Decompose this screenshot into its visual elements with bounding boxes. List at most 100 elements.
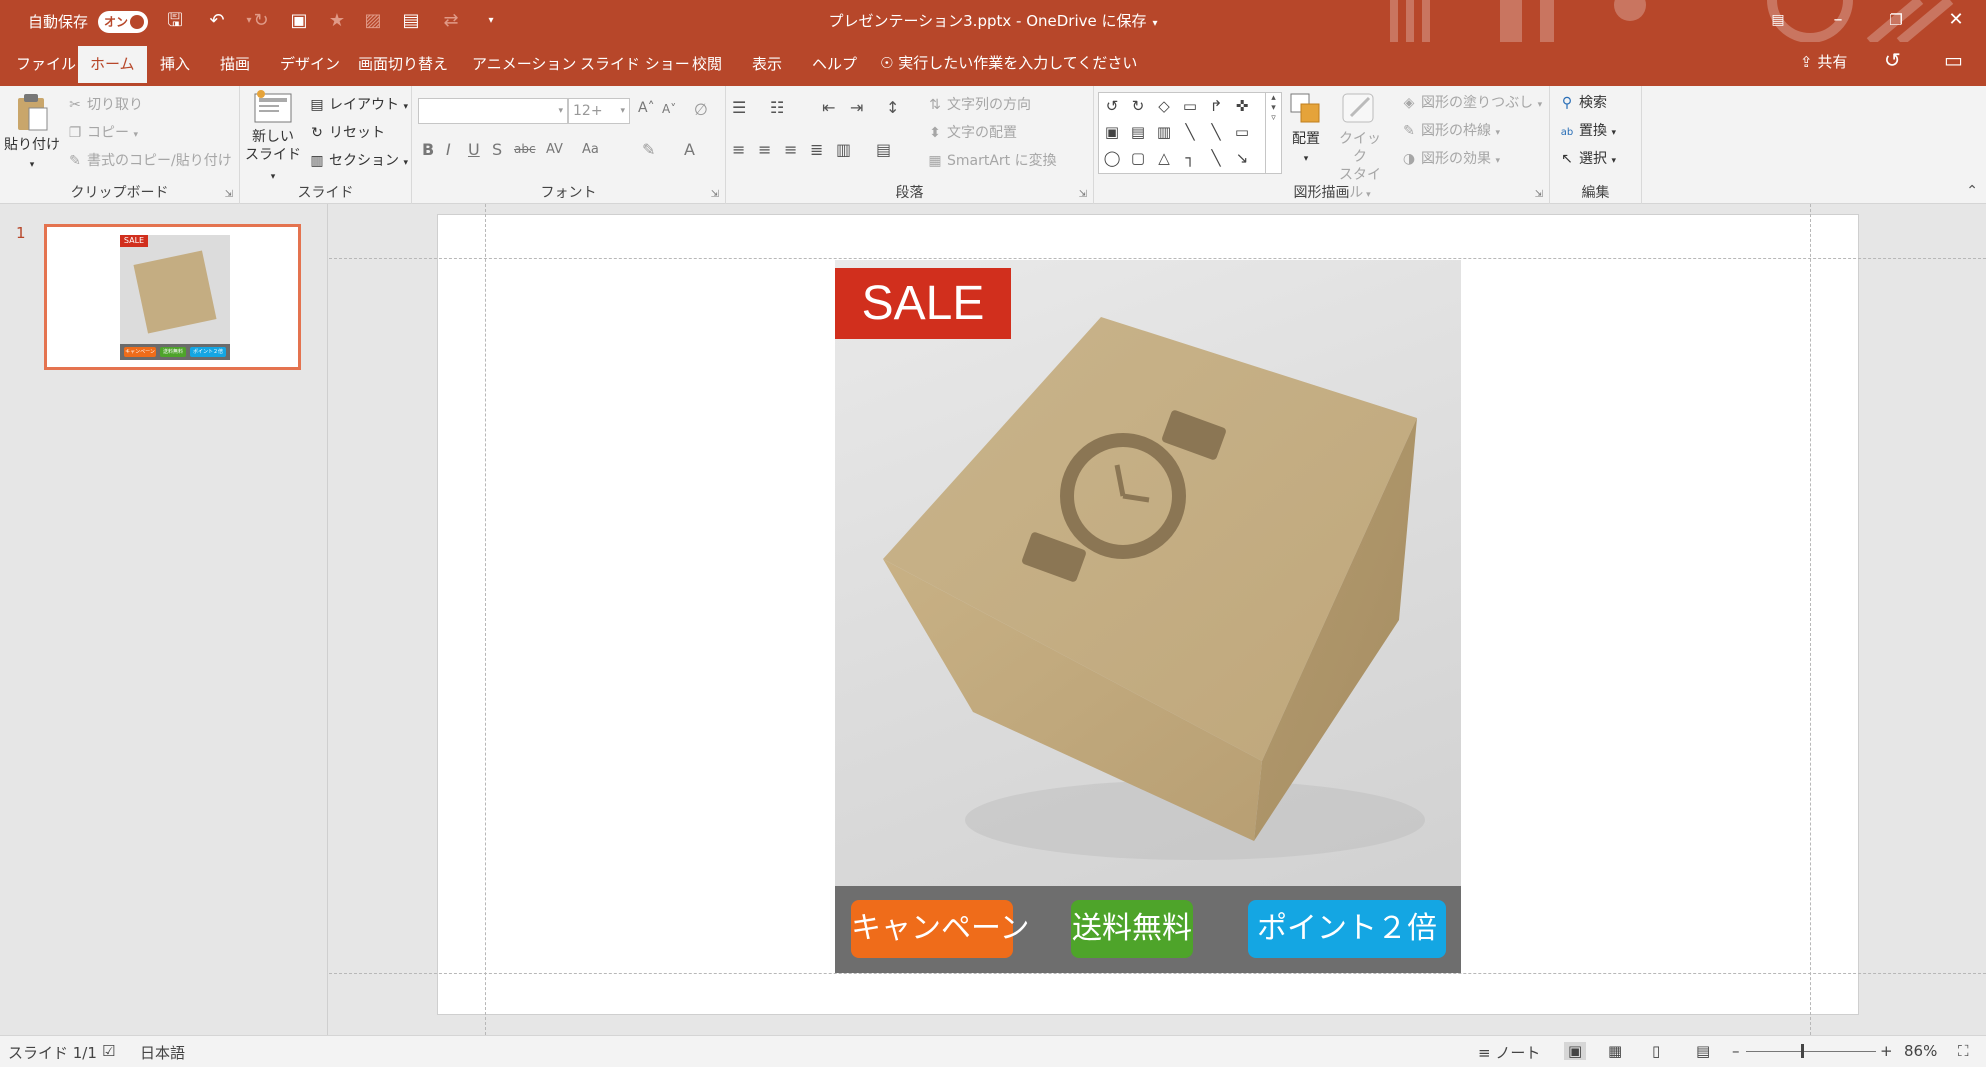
close-icon[interactable]: ✕ bbox=[1926, 0, 1986, 42]
highlight-icon[interactable]: ✎ bbox=[642, 140, 655, 159]
minimize-icon[interactable]: – bbox=[1808, 0, 1868, 42]
notes-button[interactable]: ≡ ノート bbox=[1478, 1042, 1540, 1063]
title-dropdown-icon[interactable]: ▾ bbox=[1153, 18, 1158, 29]
tab-design[interactable]: デザイン bbox=[268, 46, 352, 86]
align-left-icon[interactable]: ≡ bbox=[732, 140, 745, 159]
shape-diamond-icon[interactable]: ◇ bbox=[1155, 97, 1173, 115]
collapse-ribbon-icon[interactable]: ⌃ bbox=[1966, 183, 1978, 199]
find-button[interactable]: ⚲ 検索 bbox=[1558, 92, 1607, 112]
paste-button[interactable]: 貼り付け ▾ bbox=[4, 92, 60, 174]
language-indicator[interactable]: 日本語 bbox=[140, 1042, 185, 1063]
font-name-combo[interactable]: ▾ bbox=[418, 98, 568, 124]
autosave-toggle[interactable]: オン bbox=[98, 11, 148, 33]
zoom-in-icon[interactable]: + bbox=[1880, 1042, 1893, 1060]
slide-thumbnail[interactable]: SALE キャンペーン 送料無料 ポイント２倍 bbox=[44, 224, 301, 370]
reading-view-icon[interactable]: ▯ bbox=[1652, 1042, 1660, 1060]
font-size-combo[interactable]: 12+ ▾ bbox=[568, 98, 630, 124]
tab-insert[interactable]: 挿入 bbox=[148, 46, 202, 86]
tab-help[interactable]: ヘルプ bbox=[800, 46, 869, 86]
increase-font-icon[interactable]: A˄ bbox=[638, 100, 655, 116]
align-text-button[interactable]: ⬍ 文字の配置 bbox=[926, 122, 1017, 142]
shape-frame-icon[interactable]: ▣ bbox=[1103, 123, 1121, 141]
undo-icon[interactable]: ↶ bbox=[204, 9, 230, 33]
zoom-slider-thumb[interactable] bbox=[1801, 1044, 1804, 1058]
increase-indent-icon[interactable]: ⇥ bbox=[850, 98, 863, 117]
sync-icon[interactable]: ⇄ bbox=[438, 9, 464, 33]
tell-me-box[interactable]: ☉ 実行したい作業を入力してください bbox=[880, 52, 1137, 73]
section-button[interactable]: ▥ セクション ▾ bbox=[308, 150, 408, 170]
slideshow-view-icon[interactable]: ▤ bbox=[1696, 1042, 1710, 1060]
new-slide-button[interactable]: 新しい スライド ▾ bbox=[242, 90, 304, 186]
free-shipping-button[interactable]: 送料無料 bbox=[1071, 900, 1193, 958]
change-case-icon[interactable]: Aa bbox=[582, 142, 599, 157]
clipboard-launcher-icon[interactable]: ⇲ bbox=[225, 189, 233, 200]
distributed-icon[interactable]: ▥ bbox=[836, 140, 851, 159]
guide-vertical-left[interactable] bbox=[485, 204, 486, 1035]
tab-view[interactable]: 表示 bbox=[740, 46, 794, 86]
justify-icon[interactable]: ≣ bbox=[810, 140, 823, 159]
shadow-icon[interactable]: S bbox=[492, 140, 502, 159]
shape-effects-button[interactable]: ◑ 図形の効果 ▾ bbox=[1400, 148, 1500, 168]
gallery-up-icon[interactable]: ▴ bbox=[1271, 93, 1276, 103]
shape-vertical-textbox-icon[interactable]: ▥ bbox=[1155, 123, 1173, 141]
shape-arc-icon[interactable]: ↺ bbox=[1103, 97, 1121, 115]
shape-fill-button[interactable]: ◈ 図形の塗りつぶし ▾ bbox=[1400, 92, 1543, 112]
font-launcher-icon[interactable]: ⇲ bbox=[711, 189, 719, 200]
shape-elbow-icon[interactable]: ┐ bbox=[1181, 149, 1199, 167]
shape-outline-button[interactable]: ✎ 図形の枠線 ▾ bbox=[1400, 120, 1500, 140]
normal-view-icon[interactable]: ▣ bbox=[1564, 1042, 1587, 1060]
line-spacing-icon[interactable]: ↕ bbox=[886, 98, 899, 117]
picture-icon[interactable]: ▨ bbox=[360, 9, 386, 33]
columns-icon[interactable]: ▤ bbox=[876, 140, 891, 159]
italic-icon[interactable]: I bbox=[446, 140, 451, 159]
smartart-button[interactable]: ▦ SmartArt に変換 bbox=[926, 150, 1056, 170]
reset-button[interactable]: ↻ リセット bbox=[308, 122, 385, 142]
shape-curve-icon[interactable]: ↻ bbox=[1129, 97, 1147, 115]
double-points-button[interactable]: ポイント２倍 bbox=[1248, 900, 1446, 958]
align-center-icon[interactable]: ≡ bbox=[758, 140, 771, 159]
strikethrough-icon[interactable]: abc bbox=[514, 142, 536, 156]
shapes-gallery[interactable]: ↺ ↻ ◇ ▭ ↱ ✜ ▣ ▤ ▥ ╲ ╲ ▭ ◯ ▢ △ ┐ ╲ ↘ ▴ ▾ ▿ bbox=[1098, 92, 1282, 174]
align-right-icon[interactable]: ≡ bbox=[784, 140, 797, 159]
shape-diagonal-icon[interactable]: ╲ bbox=[1207, 149, 1225, 167]
gallery-down-icon[interactable]: ▾ bbox=[1271, 103, 1276, 113]
character-spacing-icon[interactable]: AV bbox=[546, 142, 563, 157]
tab-transitions[interactable]: 画面切り替え bbox=[346, 46, 460, 86]
shape-cross-arrow-icon[interactable]: ✜ bbox=[1233, 97, 1251, 115]
select-button[interactable]: ↖ 選択 ▾ bbox=[1558, 148, 1616, 168]
tab-home[interactable]: ホーム bbox=[78, 46, 147, 86]
campaign-button[interactable]: キャンペーン bbox=[851, 900, 1030, 958]
text-direction-button[interactable]: ⇅ 文字列の方向 bbox=[926, 94, 1031, 114]
product-picture[interactable]: SALE キャンペーン 送料無料 ポイント２倍 bbox=[835, 260, 1461, 973]
shape-triangle-icon[interactable]: △ bbox=[1155, 149, 1173, 167]
zoom-level[interactable]: 86% bbox=[1904, 1042, 1937, 1060]
guide-horizontal-bottom[interactable] bbox=[329, 973, 1986, 974]
bold-icon[interactable]: B bbox=[422, 140, 434, 159]
tab-file[interactable]: ファイル bbox=[4, 46, 88, 86]
comments-icon[interactable]: ▭ bbox=[1944, 48, 1963, 72]
slide-sorter-icon[interactable]: ▦ bbox=[1608, 1042, 1622, 1060]
ribbon-display-options-icon[interactable]: ▤ bbox=[1748, 0, 1808, 42]
numbering-icon[interactable]: ☷ bbox=[770, 98, 784, 117]
drawing-launcher-icon[interactable]: ⇲ bbox=[1535, 189, 1543, 200]
bullets-icon[interactable]: ☰ bbox=[732, 98, 746, 117]
spellcheck-icon[interactable]: ☑ bbox=[102, 1042, 115, 1060]
decrease-font-icon[interactable]: A˅ bbox=[662, 102, 676, 116]
shape-line2-icon[interactable]: ╲ bbox=[1207, 123, 1225, 141]
guide-vertical-right[interactable] bbox=[1810, 204, 1811, 1035]
customize-qat-icon[interactable]: ▾ bbox=[478, 9, 504, 33]
shape-callout-icon[interactable]: ▭ bbox=[1181, 97, 1199, 115]
shape-rounded-rect-icon[interactable]: ▢ bbox=[1129, 149, 1147, 167]
clear-formatting-icon[interactable]: ∅ bbox=[694, 100, 708, 119]
save-icon[interactable]: 🖫 bbox=[162, 9, 188, 33]
touch-mode-icon[interactable]: ★ bbox=[324, 9, 350, 33]
share-button[interactable]: ⇪ 共有 bbox=[1800, 51, 1847, 72]
shape-rectangle-icon[interactable]: ▭ bbox=[1233, 123, 1251, 141]
fit-to-window-icon[interactable]: ⛶ bbox=[1958, 1042, 1969, 1060]
guide-horizontal-top[interactable] bbox=[329, 258, 1986, 259]
zoom-slider[interactable] bbox=[1746, 1051, 1876, 1052]
redo-icon[interactable]: ↻ bbox=[248, 9, 274, 33]
tab-draw[interactable]: 描画 bbox=[208, 46, 262, 86]
restore-icon[interactable]: ❐ bbox=[1866, 0, 1926, 42]
history-icon[interactable]: ↺ bbox=[1884, 48, 1901, 72]
